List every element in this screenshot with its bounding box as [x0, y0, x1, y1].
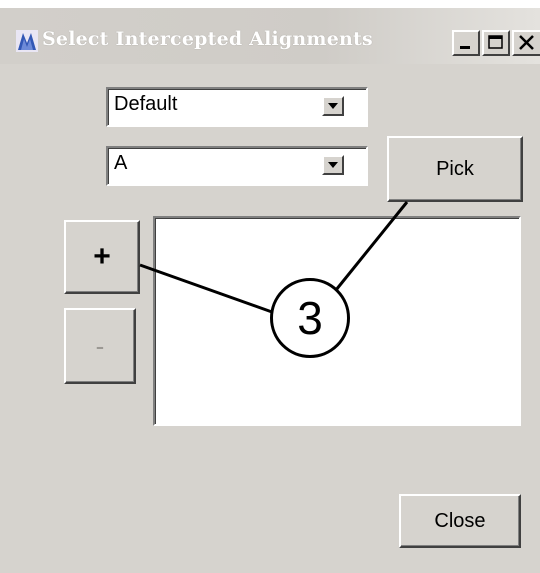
callout-number: 3: [297, 292, 323, 344]
alignment-name-value: A: [114, 152, 128, 174]
add-button-label: +: [93, 240, 111, 273]
alignment-style-dropdown[interactable]: Default: [106, 87, 368, 127]
dropdown-arrow-button[interactable]: [322, 155, 344, 175]
title-bar[interactable]: Select Intercepted Alignments: [0, 8, 540, 64]
close-button-label: Close: [434, 509, 486, 532]
dropdown-arrow-button[interactable]: [322, 96, 344, 116]
window-title: Select Intercepted Alignments: [42, 28, 373, 50]
minimize-icon: [460, 46, 470, 49]
pick-button[interactable]: Pick: [387, 136, 523, 202]
pick-button-label: Pick: [436, 157, 474, 180]
close-icon: [519, 35, 534, 50]
close-button[interactable]: Close: [399, 494, 521, 548]
maximize-button[interactable]: [482, 30, 510, 56]
callout-badge: 3: [270, 278, 350, 358]
chevron-down-icon: [328, 103, 338, 109]
chevron-down-icon: [328, 162, 338, 168]
maximize-icon: [488, 35, 503, 49]
alignment-style-value: Default: [114, 93, 178, 115]
app-logo-icon[interactable]: [16, 30, 38, 52]
remove-button-label: -: [95, 330, 105, 361]
add-button[interactable]: +: [64, 220, 140, 294]
close-window-button[interactable]: [512, 30, 540, 56]
alignment-name-dropdown[interactable]: A: [106, 146, 368, 186]
minimize-button[interactable]: [452, 30, 480, 56]
remove-button[interactable]: -: [64, 308, 136, 384]
